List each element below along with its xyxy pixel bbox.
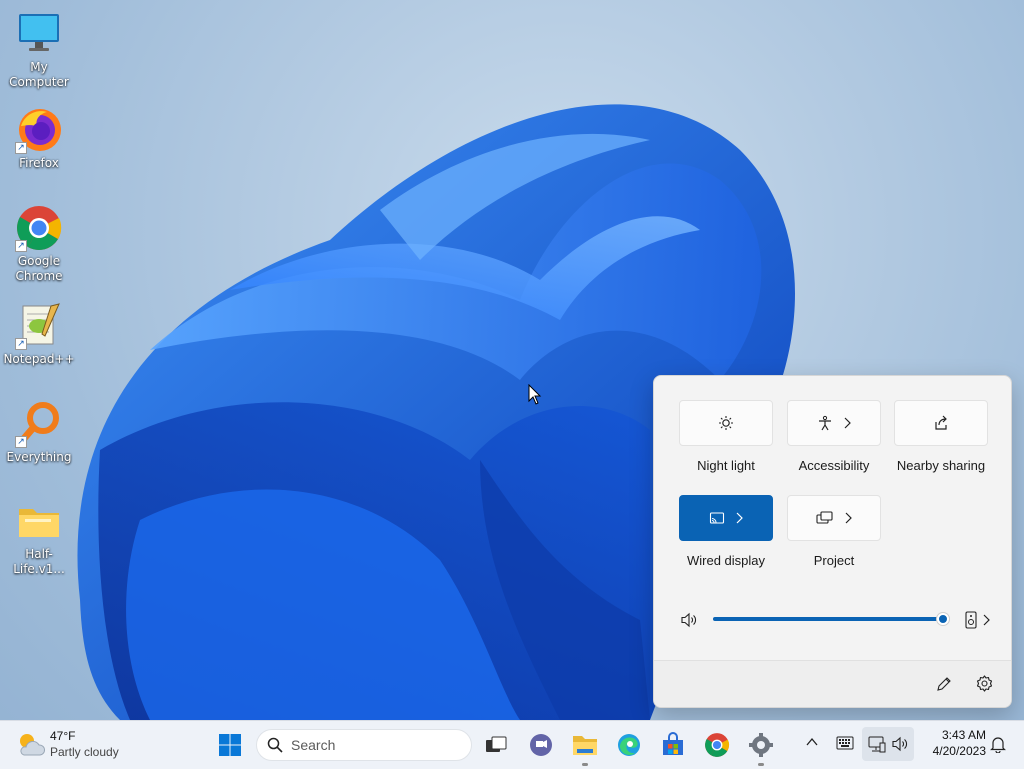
search-icon — [267, 737, 283, 753]
edge-browser-icon — [618, 734, 640, 756]
night-light-icon — [719, 416, 733, 430]
tile-label: Accessibility — [798, 458, 870, 473]
cast-icon — [709, 512, 725, 524]
quick-settings-flyout: Night light Accessibility Nearby sharing… — [653, 375, 1012, 708]
shortcut-arrow-icon: ↗ — [15, 436, 27, 448]
teams-chat-icon — [530, 734, 552, 756]
project-icon — [816, 511, 833, 524]
weather-condition: Partly cloudy — [50, 745, 119, 759]
chrome-icon — [705, 733, 730, 757]
weather-temperature: 47°F — [50, 729, 76, 743]
microsoft-store-button[interactable] — [657, 729, 689, 761]
clock-date: 4/20/2023 — [932, 744, 986, 758]
desktop-icon-half-life-folder[interactable]: Half-Life.v1... — [0, 497, 78, 577]
task-view-button[interactable] — [480, 729, 512, 761]
file-explorer-button[interactable] — [569, 729, 601, 766]
project-toggle[interactable] — [787, 495, 881, 541]
mouse-cursor-icon — [528, 384, 542, 405]
weather-widget[interactable]: 47°F Partly cloudy — [16, 727, 146, 763]
tile-label: Project — [813, 553, 855, 568]
start-button[interactable] — [214, 729, 246, 761]
taskbar: 47°F Partly cloudy Search 3:43 AM 4/20/2 — [0, 720, 1024, 769]
shortcut-arrow-icon: ↗ — [15, 142, 27, 154]
settings-gear-icon[interactable] — [976, 675, 993, 692]
desktop-icon-firefox[interactable]: ↗ Firefox — [0, 106, 78, 171]
desktop-icon-label: Half-Life.v1... — [13, 547, 65, 576]
desktop-icon-my-computer[interactable]: My Computer — [0, 10, 78, 90]
chevron-right-icon[interactable] — [735, 512, 743, 524]
chevron-right-icon[interactable] — [844, 512, 852, 524]
edit-pencil-icon[interactable] — [936, 676, 952, 692]
network-volume-tray-group[interactable] — [862, 727, 914, 761]
volume-thumb[interactable] — [937, 613, 949, 625]
tile-project[interactable]: Project — [786, 495, 882, 568]
desktop-icon-label: Google Chrome — [15, 254, 63, 283]
taskbar-search-box[interactable]: Search — [256, 729, 472, 761]
search-placeholder: Search — [291, 737, 336, 753]
speaker-icon[interactable] — [680, 612, 698, 628]
shortcut-arrow-icon: ↗ — [15, 240, 27, 252]
notepad-plus-plus-icon: ↗ — [15, 302, 63, 350]
tile-label: Night light — [697, 458, 755, 473]
night-light-toggle[interactable] — [679, 400, 773, 446]
running-indicator — [582, 763, 588, 766]
folder-icon — [15, 497, 63, 545]
settings-gear-icon — [749, 733, 773, 757]
notifications-bell-icon[interactable] — [990, 735, 1006, 753]
everything-search-icon: ↗ — [15, 400, 63, 448]
tile-accessibility[interactable]: Accessibility — [786, 400, 882, 473]
share-icon — [935, 415, 947, 430]
chrome-icon: ↗ — [15, 204, 63, 252]
quick-settings-footer — [654, 660, 1011, 707]
volume-speaker-icon — [892, 736, 907, 752]
volume-slider[interactable] — [713, 612, 949, 626]
tile-wired-display[interactable]: Wired display — [678, 495, 774, 568]
clock[interactable]: 3:43 AM 4/20/2023 — [918, 727, 986, 759]
desktop-icon-label: My Computer — [9, 60, 69, 89]
monitor-icon — [15, 10, 63, 58]
store-bag-icon — [663, 732, 683, 755]
firefox-icon: ↗ — [15, 106, 63, 154]
file-explorer-icon — [573, 736, 597, 755]
chevron-right-icon[interactable] — [843, 417, 851, 429]
tile-nearby-sharing[interactable]: Nearby sharing — [893, 400, 989, 473]
desktop-icon-google-chrome[interactable]: ↗ Google Chrome — [0, 204, 78, 284]
keyboard-icon[interactable] — [836, 736, 854, 750]
edge-button[interactable] — [613, 729, 645, 761]
desktop-icon-notepad-plus-plus[interactable]: ↗ Notepad++ — [0, 302, 78, 367]
task-view-icon — [486, 736, 507, 752]
shortcut-arrow-icon: ↗ — [15, 338, 27, 350]
partly-cloudy-icon — [20, 734, 46, 756]
desktop-icon-label: Firefox — [19, 156, 59, 170]
wired-display-toggle[interactable] — [679, 495, 773, 541]
accessibility-icon — [819, 415, 831, 431]
running-indicator — [758, 763, 764, 766]
show-hidden-icons-chevron-up-icon[interactable] — [806, 737, 818, 747]
teams-chat-button[interactable] — [525, 729, 557, 761]
tile-label: Nearby sharing — [896, 458, 986, 473]
audio-device-icon[interactable] — [965, 611, 977, 629]
desktop-icon-everything[interactable]: ↗ Everything — [0, 400, 78, 465]
chrome-button[interactable] — [701, 729, 733, 761]
chevron-right-icon[interactable] — [982, 614, 990, 626]
clock-time: 3:43 AM — [941, 728, 986, 742]
desktop-icon-label: Everything — [6, 450, 72, 464]
windows-logo-icon — [219, 734, 241, 756]
tile-night-light[interactable]: Night light — [678, 400, 774, 473]
settings-button[interactable] — [745, 729, 777, 766]
network-monitor-icon — [868, 736, 886, 753]
nearby-sharing-toggle[interactable] — [894, 400, 988, 446]
desktop-icon-label: Notepad++ — [3, 352, 75, 366]
tile-label: Wired display — [686, 553, 766, 568]
volume-fill — [713, 617, 943, 621]
accessibility-toggle[interactable] — [787, 400, 881, 446]
